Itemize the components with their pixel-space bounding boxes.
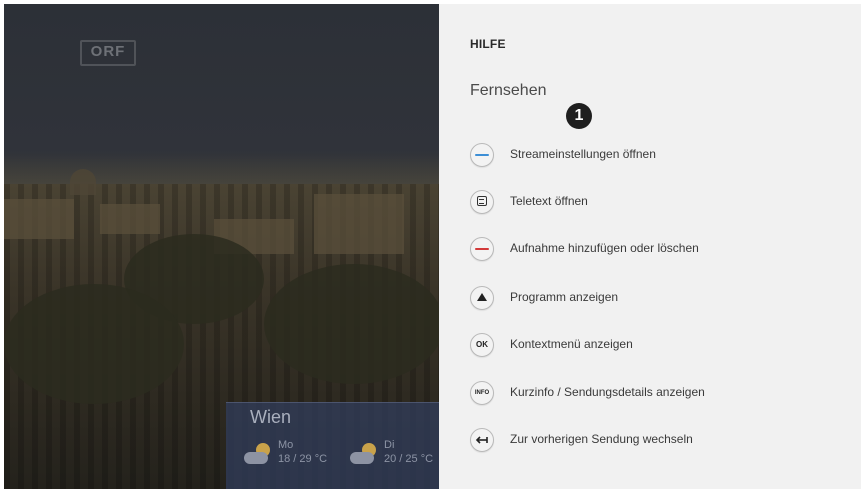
help-item-teletext[interactable]: Teletext öffnen	[470, 190, 850, 216]
weather-city: Wien	[250, 407, 292, 427]
teletext-icon	[470, 190, 494, 214]
help-item-context-menu[interactable]: OK Kontextmenü anzeigen	[470, 333, 850, 359]
up-arrow-icon	[470, 286, 494, 310]
help-item-label: Kontextmenü anzeigen	[510, 337, 633, 351]
help-item-label: Zur vorherigen Sendung wechseln	[510, 432, 693, 446]
help-item-label: Streameinstellungen öffnen	[510, 147, 656, 161]
help-item-program[interactable]: Programm anzeigen	[470, 286, 850, 312]
annotation-marker: 1	[566, 103, 592, 129]
help-item-stream-settings[interactable]: Streameinstellungen öffnen	[470, 143, 850, 169]
help-item-label: Programm anzeigen	[510, 290, 619, 304]
tv-screen: ORF Wien Mo 18 / 29 °C Di 20 / 25 °C HIL…	[4, 4, 861, 489]
help-item-label: Teletext öffnen	[510, 194, 588, 208]
section-title: Fernsehen	[470, 82, 547, 99]
help-item-recording[interactable]: Aufnahme hinzufügen oder löschen	[470, 237, 850, 263]
partly-cloudy-icon	[244, 443, 272, 465]
info-button-icon: INFO	[470, 381, 494, 405]
help-item-info[interactable]: INFO Kurzinfo / Sendungsdetails anzeigen	[470, 381, 850, 407]
blue-button-icon	[470, 143, 494, 167]
channel-logo: ORF	[80, 40, 136, 66]
ok-button-icon: OK	[470, 333, 494, 357]
help-item-label: Kurzinfo / Sendungsdetails anzeigen	[510, 385, 705, 399]
live-video: ORF Wien Mo 18 / 29 °C Di 20 / 25 °C	[4, 4, 439, 489]
panel-title: HILFE	[470, 37, 506, 51]
help-item-label: Aufnahme hinzufügen oder löschen	[510, 241, 699, 255]
weather-widget: Wien Mo 18 / 29 °C Di 20 / 25 °C	[226, 402, 439, 489]
red-button-icon	[470, 237, 494, 261]
help-item-previous[interactable]: Zur vorherigen Sendung wechseln	[470, 428, 850, 454]
partly-cloudy-icon	[350, 443, 378, 465]
help-panel: HILFE Fernsehen 1 Streameinstellungen öf…	[439, 4, 861, 489]
back-icon	[470, 428, 494, 452]
